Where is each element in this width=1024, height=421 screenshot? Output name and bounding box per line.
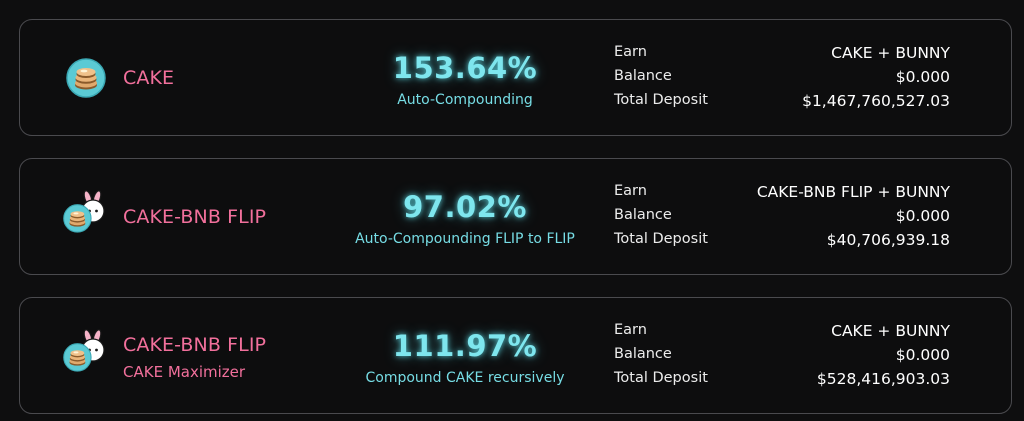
earn-value: CAKE + BUNNY xyxy=(831,322,950,340)
total-deposit-value: $528,416,903.03 xyxy=(816,370,950,388)
balance-label: Balance xyxy=(614,207,672,223)
pool-name: CAKE-BNB FLIP xyxy=(123,334,267,356)
pool-subtitle: CAKE Maximizer xyxy=(123,363,246,381)
balance-label: Balance xyxy=(614,68,672,84)
total-deposit-label: Total Deposit xyxy=(614,231,708,247)
earn-row: Earn CAKE + BUNNY xyxy=(614,322,950,346)
pool-card-cake-maximizer[interactable]: CAKE-BNB FLIP CAKE Maximizer 111.97% Com… xyxy=(19,297,1012,414)
earn-label: Earn xyxy=(614,322,647,338)
pool-card-cake[interactable]: CAKE 153.64% Auto-Compounding Earn CAKE … xyxy=(19,19,1012,136)
pool-card-cake-bnb-flip[interactable]: CAKE-BNB FLIP 97.02% Auto-Compounding FL… xyxy=(19,158,1012,275)
balance-row: Balance $0.000 xyxy=(614,207,950,231)
apy-description: Auto-Compounding FLIP to FLIP xyxy=(355,231,575,247)
apy-description: Compound CAKE recursively xyxy=(365,370,565,386)
earn-label: Earn xyxy=(614,183,647,199)
balance-label: Balance xyxy=(614,346,672,362)
balance-row: Balance $0.000 xyxy=(614,346,950,370)
earn-row: Earn CAKE + BUNNY xyxy=(614,44,950,68)
apy-value: 97.02% xyxy=(403,190,527,224)
apy-description: Auto-Compounding xyxy=(397,92,533,108)
pool-stats: Earn CAKE-BNB FLIP + BUNNY Balance $0.00… xyxy=(614,183,950,255)
earn-value: CAKE + BUNNY xyxy=(831,44,950,62)
total-deposit-row: Total Deposit $1,467,760,527.03 xyxy=(614,92,950,116)
earn-label: Earn xyxy=(614,44,647,60)
total-deposit-value: $40,706,939.18 xyxy=(826,231,950,249)
cake-bunny-flip-icon xyxy=(63,190,106,237)
apy-value: 153.64% xyxy=(392,51,538,85)
earn-row: Earn CAKE-BNB FLIP + BUNNY xyxy=(614,183,950,207)
pool-stats: Earn CAKE + BUNNY Balance $0.000 Total D… xyxy=(614,322,950,394)
pool-stats: Earn CAKE + BUNNY Balance $0.000 Total D… xyxy=(614,44,950,116)
pool-name: CAKE-BNB FLIP xyxy=(123,206,267,228)
total-deposit-row: Total Deposit $40,706,939.18 xyxy=(614,231,950,255)
cake-bunny-flip-icon xyxy=(63,329,106,376)
total-deposit-label: Total Deposit xyxy=(614,370,708,386)
total-deposit-value: $1,467,760,527.03 xyxy=(802,92,950,110)
cake-token-icon xyxy=(66,58,106,98)
apy-value: 111.97% xyxy=(392,329,538,363)
total-deposit-row: Total Deposit $528,416,903.03 xyxy=(614,370,950,394)
balance-value: $0.000 xyxy=(895,207,950,225)
total-deposit-label: Total Deposit xyxy=(614,92,708,108)
balance-row: Balance $0.000 xyxy=(614,68,950,92)
balance-value: $0.000 xyxy=(895,68,950,86)
earn-value: CAKE-BNB FLIP + BUNNY xyxy=(756,183,950,201)
balance-value: $0.000 xyxy=(895,346,950,364)
pool-name: CAKE xyxy=(123,67,175,89)
